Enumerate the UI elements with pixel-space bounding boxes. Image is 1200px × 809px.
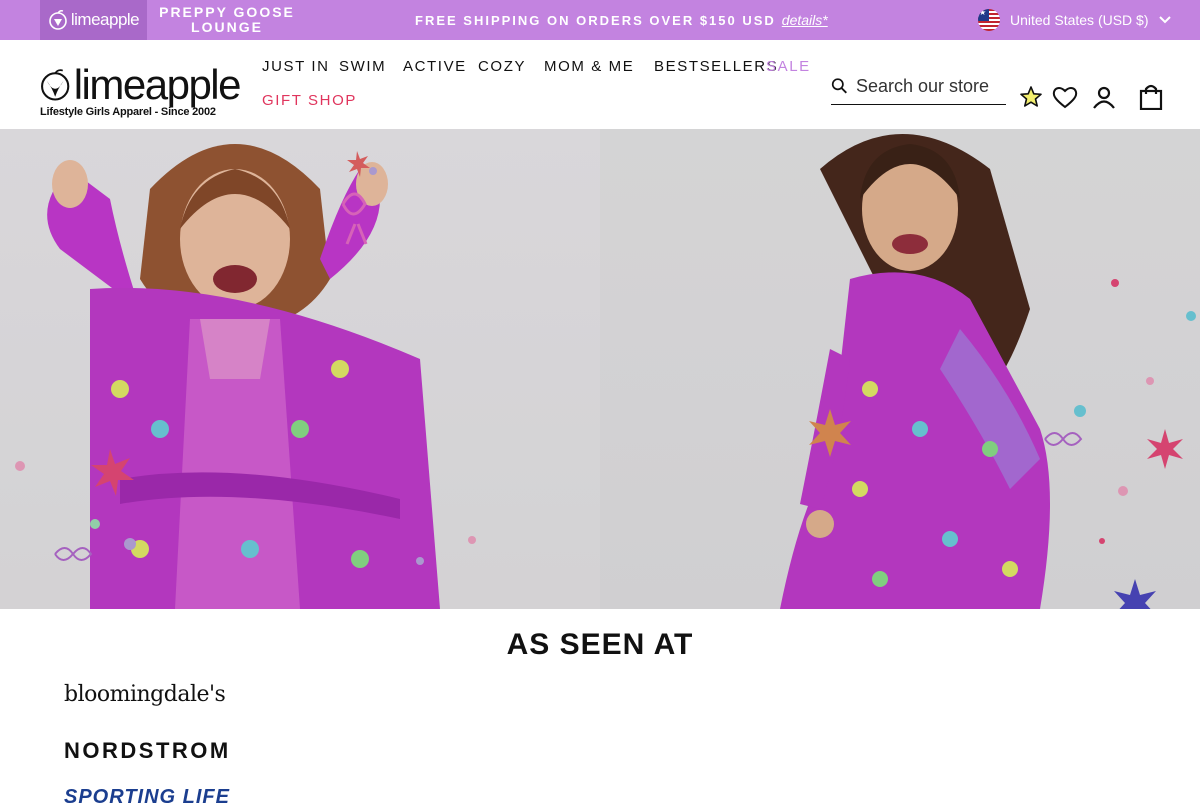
cart-icon[interactable] (1138, 84, 1164, 110)
nav-item-cozy[interactable]: COZY (478, 58, 526, 75)
retailer-logo-nordstrom: NORDSTROM (64, 738, 231, 763)
site-header: limeapple Lifestyle Girls Apparel - Sinc… (0, 40, 1200, 129)
country-selector[interactable]: United States (USD $) (978, 0, 1171, 40)
preppy-line-1: PREPPY GOOSE (159, 4, 295, 20)
nav-item-swim[interactable]: SWIM (339, 58, 386, 75)
site-logo[interactable]: limeapple Lifestyle Girls Apparel - Sinc… (40, 61, 242, 122)
nav-item-gift-shop[interactable]: GIFT SHOP (262, 92, 357, 109)
logo-wordmark: limeapple (73, 61, 242, 108)
apple-logo-icon (41, 69, 70, 101)
as-seen-at-heading: AS SEEN AT (506, 628, 694, 661)
preppy-goose-logo: PREPPY GOOSE LOUNGE (159, 5, 295, 35)
heart-icon[interactable] (1052, 84, 1078, 110)
brand-tab-preppy-goose[interactable]: PREPPY GOOSE LOUNGE (147, 0, 307, 40)
announcement-text: FREE SHIPPING ON ORDERS OVER $150 USD (415, 12, 776, 28)
brand-tab-limeapple[interactable]: limeapple (40, 0, 147, 40)
chevron-down-icon (1158, 16, 1171, 24)
nav-item-bestsellers[interactable]: BESTSELLERS (654, 58, 778, 75)
retailer-logo-sporting-life: SPORTING LIFE (64, 786, 230, 808)
us-flag-icon (978, 9, 1000, 31)
hero-overlay (0, 129, 1200, 609)
details-link[interactable]: details* (782, 12, 828, 28)
brand-tab-label: limeapple (70, 10, 140, 29)
retailer-logo-bloomingdales: bloomingdale's (64, 682, 226, 707)
nav-item-sale[interactable]: SALE (766, 58, 811, 75)
account-icon[interactable] (1091, 84, 1117, 110)
country-label: United States (USD $) (1010, 12, 1149, 28)
shipping-announcement: FREE SHIPPING ON ORDERS OVER $150 USD de… (415, 0, 828, 40)
hero-banner[interactable] (0, 129, 1200, 609)
apple-logo-icon (49, 10, 67, 30)
announcement-bar: limeapple PREPPY GOOSE LOUNGE FREE SHIPP… (0, 0, 1200, 40)
search-input[interactable] (856, 75, 1006, 97)
search-icon[interactable] (831, 76, 848, 96)
star-icon[interactable] (1018, 84, 1044, 110)
nav-item-just-in[interactable]: JUST IN (262, 58, 330, 75)
limeapple-mini-logo: limeapple (48, 10, 140, 30)
nav-item-mom-and-me[interactable]: MOM & ME (544, 58, 634, 75)
search-bar (831, 68, 1006, 105)
nav-item-active[interactable]: ACTIVE (403, 58, 467, 75)
preppy-line-2: LOUNGE (191, 19, 263, 35)
logo-tagline: Lifestyle Girls Apparel - Since 2002 (40, 106, 216, 118)
